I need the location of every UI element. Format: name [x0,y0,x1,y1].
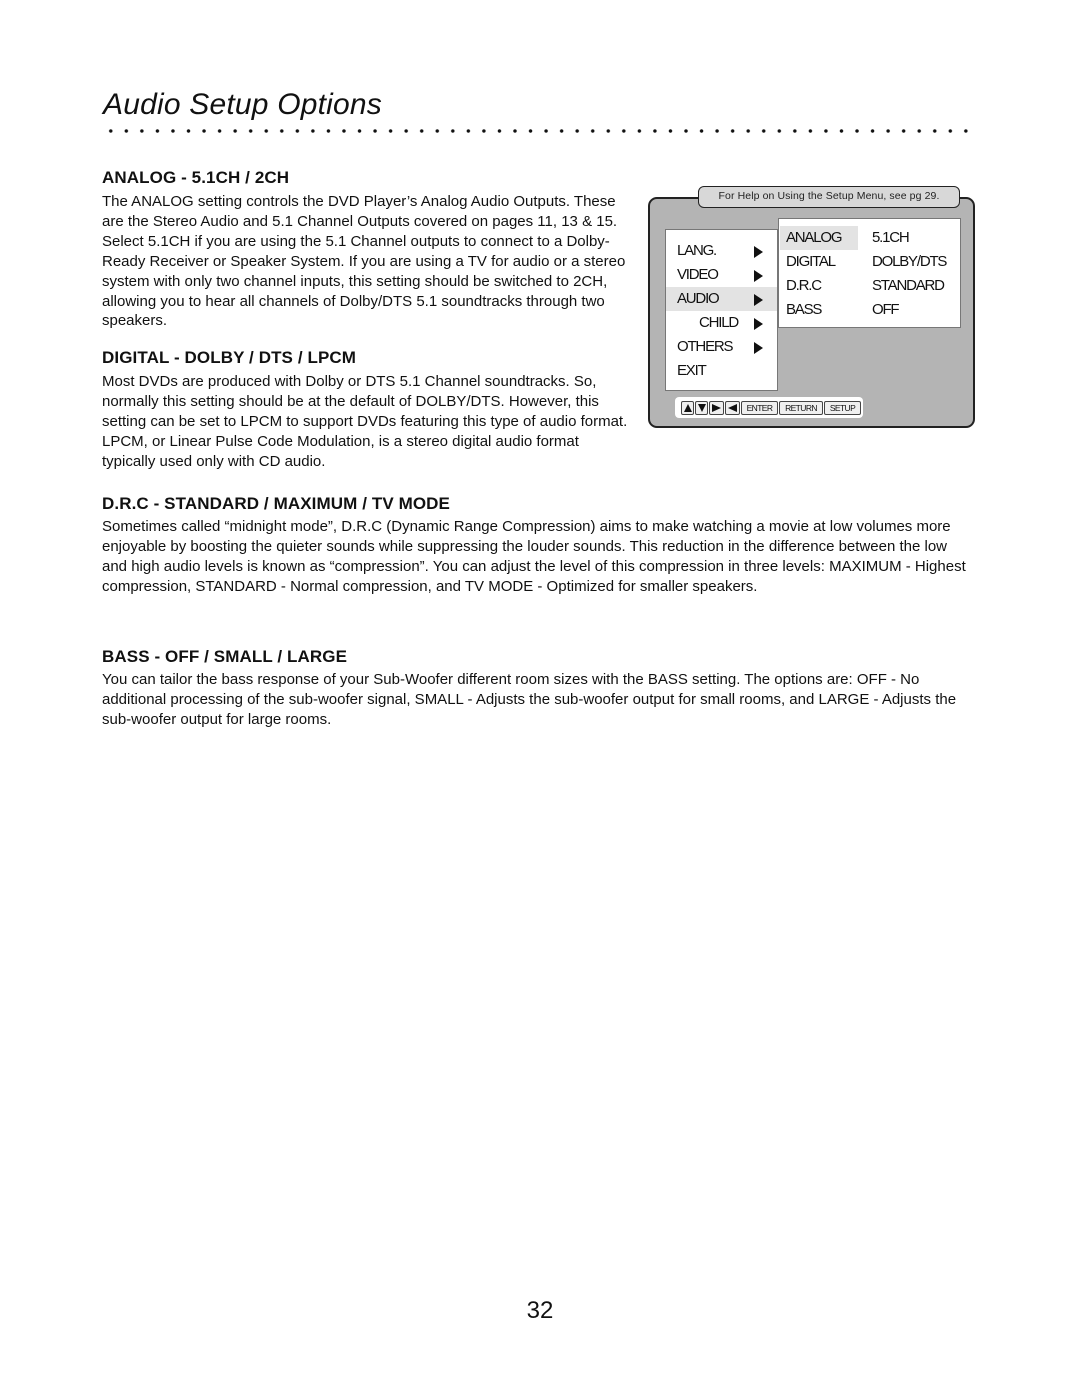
setting-value: DOLBY/DTS [872,253,947,270]
menu-item-label: AUDIO [677,290,720,307]
setting-name: ANALOG [780,226,858,250]
section-body-analog: The ANALOG setting controls the DVD Play… [102,193,626,330]
menu-item-label: EXIT [677,362,707,379]
menu-item-child[interactable]: CHILD [666,311,777,335]
setup-main-menu: LANG. VIDEO AUDIO CHILD OTHERS EXIT [665,229,778,391]
down-arrow-icon [695,401,708,415]
menu-item-lang[interactable]: LANG. [666,239,777,263]
up-arrow-icon [681,401,694,415]
right-triangle-icon [754,318,763,330]
audio-settings-menu: ANALOG 5.1CH DIGITAL DOLBY/DTS D.R.C STA… [778,218,961,328]
enter-key: ENTER [741,401,778,415]
section-heading-digital: DIGITAL - DOLBY / DTS / LPCM [102,348,357,367]
return-key: RETURN [779,401,823,415]
page-title: Audio Setup Options [103,88,382,121]
menu-item-audio[interactable]: AUDIO [666,287,777,311]
remote-key-legend: ENTER RETURN SETUP [675,397,863,418]
section-body-bass: You can tailor the bass response of your… [102,671,957,728]
right-triangle-icon [754,342,763,354]
section-body-digital: Most DVDs are produced with Dolby or DTS… [102,373,628,470]
setting-row-bass[interactable]: BASS OFF [779,298,960,322]
right-triangle-icon [754,246,763,258]
setting-name: D.R.C [786,277,822,294]
right-triangle-icon [754,294,763,306]
setup-key: SETUP [824,401,861,415]
setting-row-drc[interactable]: D.R.C STANDARD [779,274,960,298]
menu-item-exit[interactable]: EXIT [666,359,777,383]
menu-item-label: VIDEO [677,266,719,283]
menu-item-others[interactable]: OTHERS [666,335,777,359]
dotted-divider [103,128,973,134]
section-heading-analog: ANALOG - 5.1CH / 2CH [102,168,290,187]
menu-item-label: OTHERS [677,338,734,355]
section-heading-drc: D.R.C - STANDARD / MAXIMUM / TV MODE [102,494,450,513]
setting-value: OFF [872,301,900,318]
setting-row-analog[interactable]: ANALOG 5.1CH [779,226,960,250]
right-triangle-icon [754,270,763,282]
right-arrow-icon [709,401,724,415]
section-heading-bass: BASS - OFF / SMALL / LARGE [102,647,348,666]
setting-name: DIGITAL [786,253,836,270]
help-tab: For Help on Using the Setup Menu, see pg… [698,186,960,208]
setting-row-digital[interactable]: DIGITAL DOLBY/DTS [779,250,960,274]
menu-item-label: LANG. [677,242,717,259]
left-arrow-icon [725,401,740,415]
setting-value: 5.1CH [872,229,910,246]
page-number: 32 [526,1297,554,1324]
setting-value: STANDARD [872,277,945,294]
setting-name: BASS [786,301,822,318]
section-body-drc: Sometimes called “midnight mode”, D.R.C … [102,518,966,595]
menu-item-video[interactable]: VIDEO [666,263,777,287]
menu-item-label: CHILD [699,314,739,331]
